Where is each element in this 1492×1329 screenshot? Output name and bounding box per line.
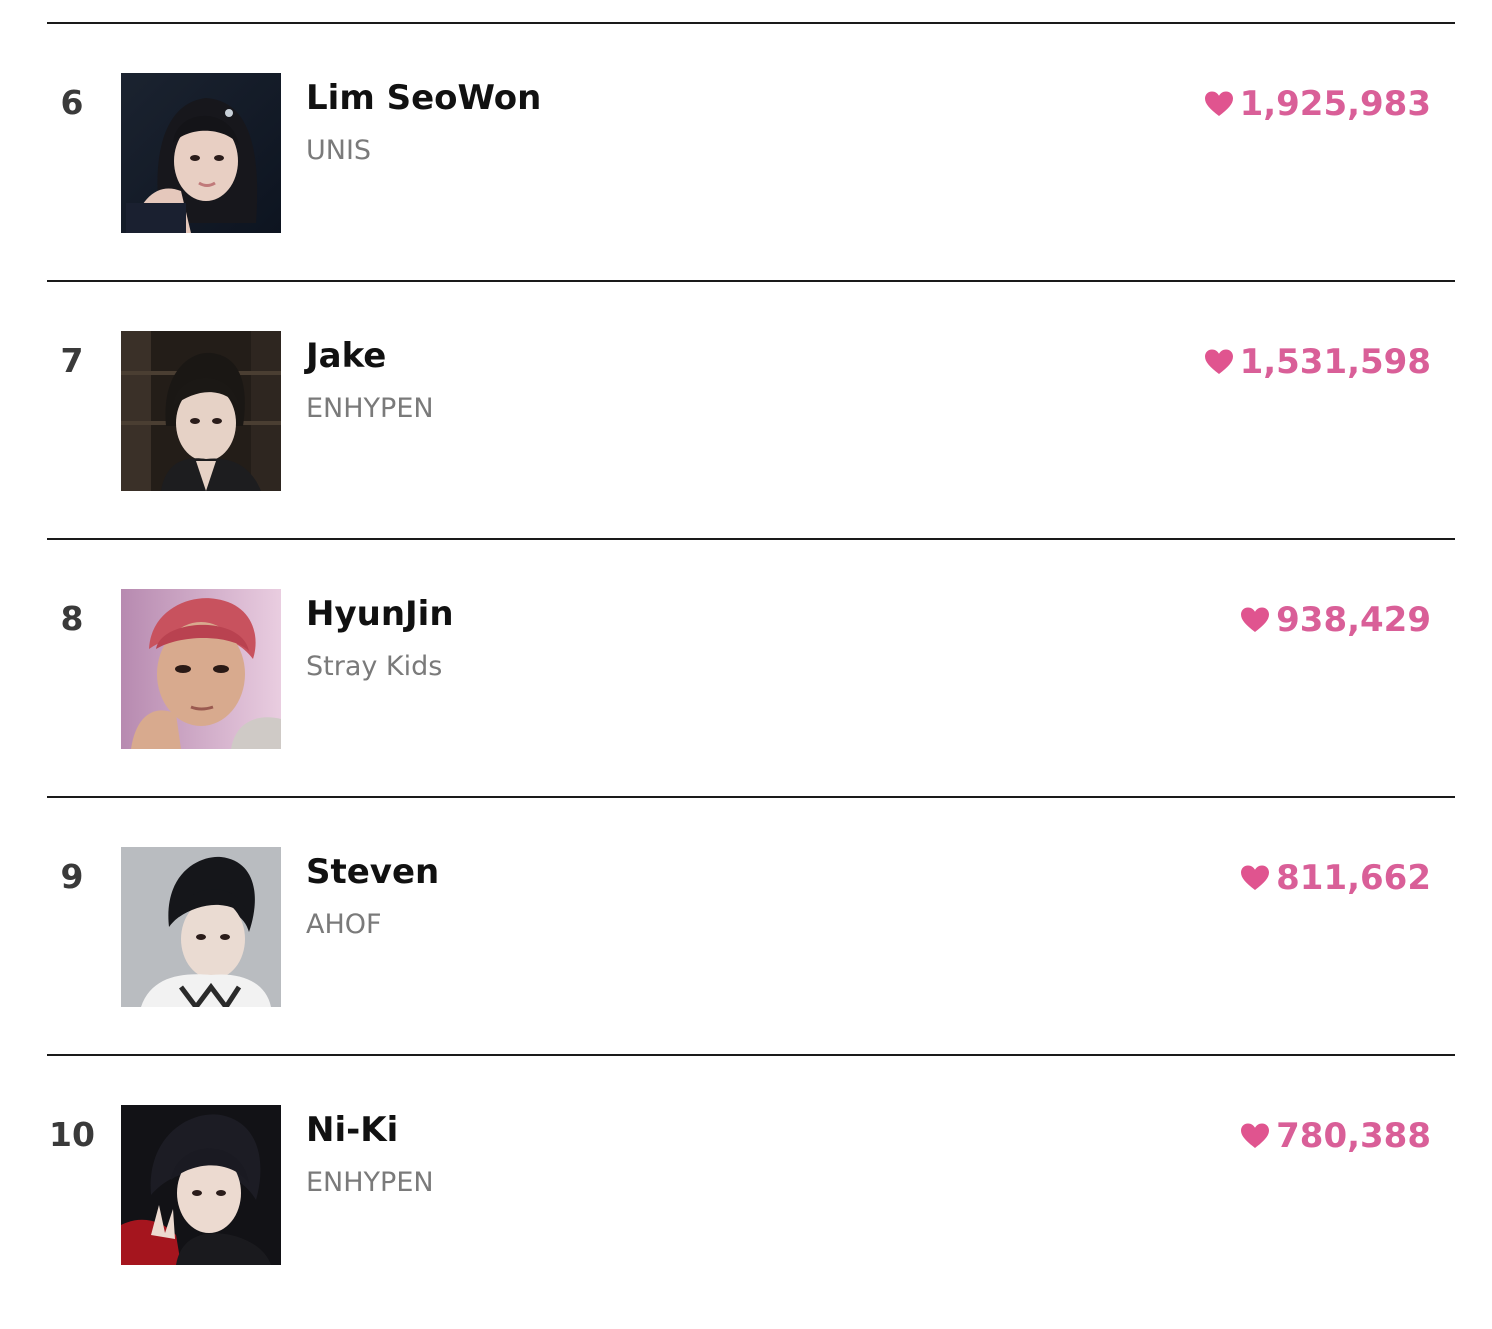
ranking-row[interactable]: 6 Lim SeoWon UNIS 1,925,983	[47, 22, 1455, 280]
artist-name[interactable]: Jake	[306, 334, 386, 378]
vote-count: 938,429	[1276, 600, 1431, 640]
vote-count-block: 811,662	[1240, 856, 1431, 900]
artist-name[interactable]: Steven	[306, 850, 439, 894]
group-name: Stray Kids	[306, 651, 443, 682]
vote-count-block: 1,925,983	[1204, 82, 1431, 126]
rank-number: 10	[49, 1115, 95, 1154]
ranking-row[interactable]: 8 HyunJin Stray Kids 938,429	[47, 538, 1455, 796]
artist-name[interactable]: Lim SeoWon	[306, 76, 541, 120]
rank-number: 8	[60, 599, 84, 638]
rank-number: 6	[60, 83, 84, 122]
artist-name[interactable]: HyunJin	[306, 592, 454, 636]
heart-icon[interactable]	[1240, 606, 1270, 634]
vote-count: 1,531,598	[1239, 342, 1431, 382]
heart-icon[interactable]	[1240, 1122, 1270, 1150]
ranking-row[interactable]: 7 Jake ENHYPEN 1,531,598	[47, 280, 1455, 538]
ranking-row[interactable]: 9 Steven AHOF 811,662	[47, 796, 1455, 1054]
vote-count-block: 938,429	[1240, 598, 1431, 642]
group-name: ENHYPEN	[306, 1167, 434, 1198]
artist-photo[interactable]	[121, 331, 281, 491]
vote-count: 811,662	[1276, 858, 1431, 898]
group-name: UNIS	[306, 135, 372, 166]
rank-number: 7	[60, 341, 84, 380]
vote-count: 1,925,983	[1239, 84, 1431, 124]
vote-count-block: 1,531,598	[1204, 340, 1431, 384]
artist-photo[interactable]	[121, 847, 281, 1007]
heart-icon[interactable]	[1240, 864, 1270, 892]
artist-photo[interactable]	[121, 73, 281, 233]
rank-number: 9	[60, 857, 84, 896]
vote-count: 780,388	[1276, 1116, 1431, 1156]
heart-icon[interactable]	[1204, 90, 1234, 118]
artist-photo[interactable]	[121, 1105, 281, 1265]
heart-icon[interactable]	[1204, 348, 1234, 376]
ranking-list: 6 Lim SeoWon UNIS 1,925,983 7 Jake ENHYP…	[47, 22, 1455, 1312]
artist-photo[interactable]	[121, 589, 281, 749]
group-name: ENHYPEN	[306, 393, 434, 424]
vote-count-block: 780,388	[1240, 1114, 1431, 1158]
group-name: AHOF	[306, 909, 382, 940]
ranking-row[interactable]: 10 Ni-Ki ENHYPEN 780,388	[47, 1054, 1455, 1312]
artist-name[interactable]: Ni-Ki	[306, 1108, 398, 1152]
